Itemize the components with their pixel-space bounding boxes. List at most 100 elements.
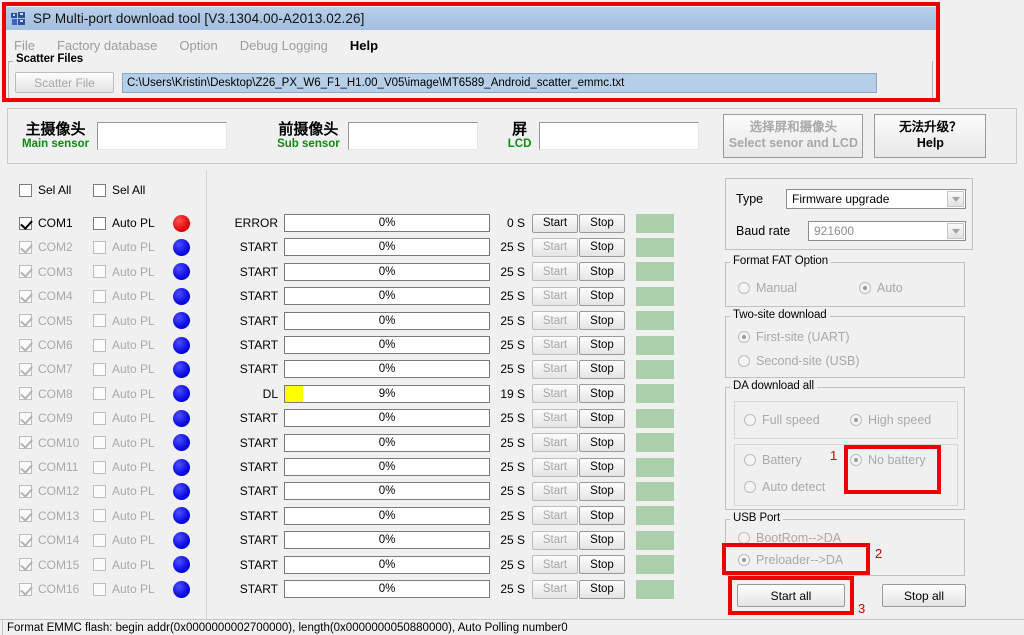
row-status-indicator	[636, 530, 674, 550]
auto-pl-checkbox-com7[interactable]: Auto PL	[93, 362, 173, 376]
auto-pl-checkbox-com13[interactable]: Auto PL	[93, 509, 173, 523]
auto-pl-checkbox-com6[interactable]: Auto PL	[93, 338, 173, 352]
lcd-input[interactable]	[539, 122, 700, 150]
com-checkbox-com5[interactable]: COM5	[7, 314, 93, 328]
com-checkbox-com9[interactable]: COM9	[7, 411, 93, 425]
auto-pl-checkbox-com14[interactable]: Auto PL	[93, 533, 173, 547]
sub-sensor-input[interactable]	[347, 122, 478, 150]
com-label: COM7	[38, 362, 73, 377]
row-stop-button[interactable]: Stop	[579, 359, 625, 379]
menu-item-debug-logging[interactable]: Debug Logging	[240, 38, 328, 53]
no-battery-radio[interactable]: No battery	[850, 453, 926, 467]
start-all-button[interactable]: Start all	[737, 584, 845, 607]
row-stop-button[interactable]: Stop	[579, 530, 625, 550]
com-checkbox-com16[interactable]: COM16	[7, 582, 93, 596]
row-start-button[interactable]: Start	[532, 408, 578, 428]
row-start-button[interactable]: Start	[532, 262, 578, 282]
baud-rate-combobox[interactable]: 921600	[808, 221, 966, 241]
format-fat-auto-radio[interactable]: Auto	[859, 281, 903, 295]
full-speed-radio[interactable]: Full speed	[744, 413, 820, 427]
row-stop-button[interactable]: Stop	[579, 213, 625, 233]
row-start-button[interactable]: Start	[532, 384, 578, 404]
row-stop-button[interactable]: Stop	[579, 335, 625, 355]
com-checkbox-com6[interactable]: COM6	[7, 338, 93, 352]
row-stop-button[interactable]: Stop	[579, 481, 625, 501]
menu-item-help[interactable]: Help	[350, 38, 378, 53]
first-site-uart-radio[interactable]: First-site (UART)	[738, 330, 850, 344]
bootrom-da-radio[interactable]: BootRom-->DA	[738, 531, 841, 545]
row-stop-button[interactable]: Stop	[579, 237, 625, 257]
menu-item-factory-database[interactable]: Factory database	[57, 38, 157, 53]
row-start-button[interactable]: Start	[532, 457, 578, 477]
com-checkbox-com7[interactable]: COM7	[7, 362, 93, 376]
menu-item-file[interactable]: File	[14, 38, 35, 53]
chevron-down-icon[interactable]	[947, 223, 964, 239]
row-stop-button[interactable]: Stop	[579, 457, 625, 477]
com-checkbox-com15[interactable]: COM15	[7, 558, 93, 572]
row-stop-button[interactable]: Stop	[579, 286, 625, 306]
row-stop-button[interactable]: Stop	[579, 433, 625, 453]
auto-pl-checkbox-com8[interactable]: Auto PL	[93, 387, 173, 401]
scatter-file-button[interactable]: Scatter File	[15, 72, 114, 93]
row-start-button[interactable]: Start	[532, 506, 578, 526]
row-stop-button[interactable]: Stop	[579, 555, 625, 575]
com-checkbox-com11[interactable]: COM11	[7, 460, 93, 474]
progress-row: START 0% 25 S Start Stop	[212, 553, 717, 577]
row-start-button[interactable]: Start	[532, 555, 578, 575]
com-checkbox-com12[interactable]: COM12	[7, 484, 93, 498]
auto-pl-checkbox-com12[interactable]: Auto PL	[93, 484, 173, 498]
com-checkbox-com4[interactable]: COM4	[7, 289, 93, 303]
auto-detect-radio[interactable]: Auto detect	[744, 480, 825, 494]
sel-all-com-checkbox[interactable]: Sel All	[7, 183, 93, 197]
auto-pl-checkbox-com1[interactable]: Auto PL	[93, 216, 173, 230]
select-sensor-lcd-button[interactable]: 选择屏和摄像头 Select senor and LCD	[723, 114, 864, 158]
row-stop-button[interactable]: Stop	[579, 579, 625, 599]
row-start-button[interactable]: Start	[532, 311, 578, 331]
auto-pl-checkbox-com10[interactable]: Auto PL	[93, 436, 173, 450]
com-checkbox-com10[interactable]: COM10	[7, 436, 93, 450]
auto-pl-checkbox-com3[interactable]: Auto PL	[93, 265, 173, 279]
row-start-button[interactable]: Start	[532, 286, 578, 306]
auto-pl-checkbox-com5[interactable]: Auto PL	[93, 314, 173, 328]
row-stop-button[interactable]: Stop	[579, 262, 625, 282]
com-checkbox-com1[interactable]: COM1	[7, 216, 93, 230]
auto-pl-checkbox-com11[interactable]: Auto PL	[93, 460, 173, 474]
auto-pl-checkbox-com4[interactable]: Auto PL	[93, 289, 173, 303]
chevron-down-icon[interactable]	[947, 191, 964, 207]
status-led-blue	[173, 434, 190, 452]
progress-time: 25 S	[500, 313, 525, 328]
row-stop-button[interactable]: Stop	[579, 506, 625, 526]
auto-pl-checkbox-com16[interactable]: Auto PL	[93, 582, 173, 596]
row-start-button[interactable]: Start	[532, 213, 578, 233]
auto-pl-checkbox-com9[interactable]: Auto PL	[93, 411, 173, 425]
row-start-button[interactable]: Start	[532, 530, 578, 550]
row-start-button[interactable]: Start	[532, 481, 578, 501]
high-speed-radio[interactable]: High speed	[850, 413, 931, 427]
stop-all-button[interactable]: Stop all	[882, 584, 966, 607]
auto-pl-checkbox-com2[interactable]: Auto PL	[93, 240, 173, 254]
row-start-button[interactable]: Start	[532, 237, 578, 257]
row-start-button[interactable]: Start	[532, 359, 578, 379]
row-start-button[interactable]: Start	[532, 579, 578, 599]
help-button[interactable]: 无法升级？ Help	[874, 114, 987, 158]
battery-radio[interactable]: Battery	[744, 453, 802, 467]
row-stop-button[interactable]: Stop	[579, 408, 625, 428]
row-start-button[interactable]: Start	[532, 433, 578, 453]
main-sensor-input[interactable]	[97, 122, 228, 150]
menu-item-option[interactable]: Option	[179, 38, 217, 53]
row-stop-button[interactable]: Stop	[579, 384, 625, 404]
row-start-button[interactable]: Start	[532, 335, 578, 355]
format-fat-manual-radio[interactable]: Manual	[738, 281, 797, 295]
scatter-file-path-field[interactable]: C:\Users\Kristin\Desktop\Z26_PX_W6_F1_H1…	[122, 72, 877, 93]
row-stop-button[interactable]: Stop	[579, 311, 625, 331]
second-site-usb-radio[interactable]: Second-site (USB)	[738, 354, 860, 368]
com-checkbox-com3[interactable]: COM3	[7, 265, 93, 279]
com-checkbox-com14[interactable]: COM14	[7, 533, 93, 547]
com-checkbox-com2[interactable]: COM2	[7, 240, 93, 254]
com-checkbox-com13[interactable]: COM13	[7, 509, 93, 523]
type-combobox[interactable]: Firmware upgrade	[786, 189, 966, 209]
auto-pl-checkbox-com15[interactable]: Auto PL	[93, 558, 173, 572]
sel-all-autopl-checkbox[interactable]: Sel All	[93, 183, 145, 197]
preloader-da-radio[interactable]: Preloader-->DA	[738, 553, 843, 567]
com-checkbox-com8[interactable]: COM8	[7, 387, 93, 401]
